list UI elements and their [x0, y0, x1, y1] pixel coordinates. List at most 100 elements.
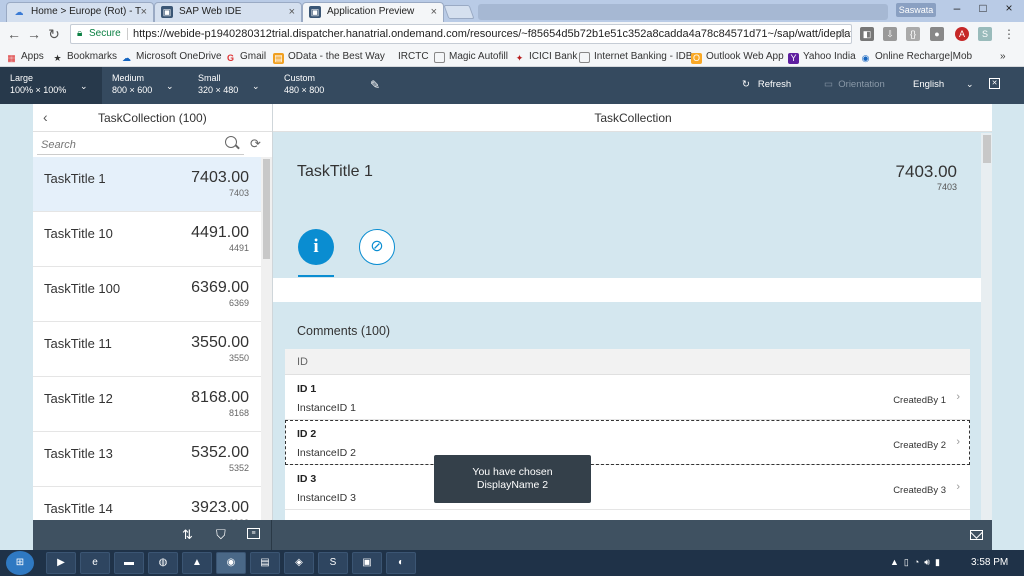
- bookmark-internet-banking[interactable]: Internet Banking - IDB: [579, 50, 692, 64]
- media-player-icon[interactable]: ▶: [46, 552, 76, 574]
- new-tab-button[interactable]: [443, 5, 475, 19]
- explorer-icon[interactable]: ▬: [114, 552, 144, 574]
- close-tab-icon[interactable]: ×: [141, 3, 147, 21]
- ie-icon[interactable]: e: [80, 552, 110, 574]
- master-pane: ‹ TaskCollection (100) ⟳ TaskTitle 1 740…: [33, 104, 272, 520]
- close-window-icon[interactable]: ×: [996, 0, 1022, 18]
- bookmark-magic-autofill[interactable]: Magic Autofill: [434, 50, 508, 64]
- adblock-icon[interactable]: A: [955, 27, 969, 41]
- list-item[interactable]: TaskTitle 1 7403.00 7403: [33, 157, 261, 212]
- extension-icon[interactable]: {}: [906, 27, 920, 41]
- address-bar[interactable]: 🔒︎ Secure https://webide-p1940280312tria…: [70, 24, 852, 44]
- folder-icon[interactable]: ▤: [250, 552, 280, 574]
- chrome-icon[interactable]: ◉: [216, 552, 246, 574]
- browser-tab-cockpit[interactable]: ☁ Home > Europe (Rot) - T ×: [6, 2, 154, 22]
- blurred-tabs: [478, 4, 888, 20]
- bookmarks-overflow-icon[interactable]: »: [1000, 50, 1006, 64]
- minimize-icon[interactable]: –: [944, 0, 970, 18]
- bookmark-odata[interactable]: ▤ OData - the Best Way: [273, 50, 385, 64]
- list-item[interactable]: TaskTitle 13 5352.00 5352: [33, 432, 261, 487]
- sort-icon[interactable]: ⇅: [182, 527, 193, 543]
- forward-icon[interactable]: →: [26, 26, 42, 42]
- language-select[interactable]: English: [913, 79, 944, 90]
- scrollbar-thumb[interactable]: [263, 159, 270, 259]
- extension-icon[interactable]: ●: [930, 27, 944, 41]
- table-row[interactable]: ID 2 InstanceID 2 CreatedBy 2 ›: [285, 420, 970, 465]
- profile-badge[interactable]: Saswata: [896, 3, 936, 17]
- browser-tab-preview[interactable]: ▣ Application Preview ×: [302, 2, 444, 22]
- chevron-down-icon: ⌄: [80, 81, 88, 91]
- search-icon[interactable]: [225, 136, 237, 148]
- scrollbar-thumb[interactable]: [983, 135, 991, 163]
- detail-scrollbar[interactable]: [981, 133, 992, 520]
- divider: [127, 28, 128, 40]
- list-item[interactable]: TaskTitle 100 6369.00 6369: [33, 267, 261, 322]
- back-button-icon[interactable]: ‹: [43, 109, 48, 125]
- orientation-button[interactable]: ▭ Orientation: [824, 79, 885, 90]
- skype-icon[interactable]: S: [318, 552, 348, 574]
- firefox-icon[interactable]: ◍: [148, 552, 178, 574]
- email-icon[interactable]: [970, 530, 983, 540]
- tab-attachment-icon[interactable]: ⊘: [359, 229, 395, 265]
- toast-line: You have chosen: [472, 466, 553, 478]
- bookmark-bookmarks[interactable]: ★ Bookmarks: [52, 50, 117, 64]
- device-small[interactable]: Small 320 × 480 ⌄: [188, 67, 274, 104]
- bookmark-apps[interactable]: ▦ Apps: [6, 50, 44, 64]
- bookmark-online-recharge[interactable]: ◉ Online Recharge|Mob: [860, 50, 973, 64]
- chevron-right-icon: ›: [956, 436, 960, 448]
- bookmark-gmail[interactable]: G Gmail: [225, 50, 266, 64]
- device-custom[interactable]: Custom 480 × 800: [274, 67, 360, 104]
- app-icon[interactable]: ◈: [284, 552, 314, 574]
- frame-toggle-icon[interactable]: ✕: [989, 78, 1000, 89]
- extension-icon[interactable]: ⇩: [883, 27, 897, 41]
- search-bar: ⟳: [33, 133, 272, 159]
- extension-icon[interactable]: ◧: [860, 27, 874, 41]
- bookmark-onedrive[interactable]: ☁ Microsoft OneDrive: [121, 50, 222, 64]
- close-tab-icon[interactable]: ×: [431, 3, 437, 21]
- chevron-down-icon[interactable]: ⌄: [966, 79, 974, 90]
- sap-icon: ▣: [161, 6, 173, 18]
- device-medium[interactable]: Medium 800 × 600 ⌄: [102, 67, 188, 104]
- search-input[interactable]: [37, 135, 244, 155]
- extension-icon[interactable]: S: [978, 27, 992, 41]
- bookmark-outlook[interactable]: O Outlook Web App: [691, 50, 784, 64]
- group-icon[interactable]: ≡: [247, 528, 260, 539]
- system-tray[interactable]: ▲ ▯ ◔ 🔊︎ ▮: [890, 557, 940, 568]
- object-title: TaskTitle 1: [297, 163, 373, 180]
- refresh-button[interactable]: ↻ Refresh: [742, 79, 791, 90]
- device-large[interactable]: Large 100% × 100% ⌄: [0, 67, 102, 104]
- chevron-down-icon: ⌄: [166, 81, 174, 91]
- reload-icon[interactable]: ↻: [46, 26, 62, 42]
- vlc-icon[interactable]: ▲: [182, 552, 212, 574]
- table-row[interactable]: ID 1 InstanceID 1 CreatedBy 1 ›: [285, 375, 970, 420]
- list-item[interactable]: TaskTitle 11 3550.00 3550: [33, 322, 261, 377]
- tab-title: Application Preview: [327, 6, 415, 17]
- master-scrollbar[interactable]: [261, 157, 272, 520]
- close-tab-icon[interactable]: ×: [289, 3, 295, 21]
- back-icon[interactable]: ←: [6, 26, 22, 42]
- list-item[interactable]: TaskTitle 12 8168.00 8168: [33, 377, 261, 432]
- bookmark-irctc[interactable]: IRCTC: [398, 50, 429, 64]
- app-icon[interactable]: ▣: [352, 552, 382, 574]
- message-toast: You have chosen DisplayName 2: [434, 455, 591, 503]
- lock-icon: 🔒︎: [77, 28, 83, 39]
- tab-info-icon[interactable]: i: [298, 229, 334, 265]
- start-button-icon[interactable]: ⊞: [6, 551, 34, 575]
- bookmark-yahoo[interactable]: Y Yahoo India: [788, 50, 856, 64]
- bookmark-star-icon[interactable]: ☆: [836, 25, 847, 43]
- table-row[interactable]: ID 3 InstanceID 3 CreatedBy 3 ›: [285, 465, 970, 510]
- object-number: 7403.00: [895, 162, 957, 181]
- object-number-unit: 7403: [936, 182, 957, 192]
- refresh-icon[interactable]: ⟳: [250, 136, 261, 152]
- browser-tab-webide[interactable]: ▣ SAP Web IDE ×: [154, 2, 302, 22]
- bookmark-icici[interactable]: ✦ ICICI Bank: [514, 50, 578, 64]
- list-item[interactable]: TaskTitle 10 4491.00 4491: [33, 212, 261, 267]
- app-icon[interactable]: ◐: [386, 552, 416, 574]
- list-item[interactable]: TaskTitle 14 3923.00 3923: [33, 487, 261, 520]
- clock[interactable]: 3:58 PM: [971, 557, 1008, 568]
- maximize-icon[interactable]: □: [970, 0, 996, 18]
- menu-icon[interactable]: ⋮: [1002, 27, 1016, 41]
- table-row[interactable]: ID 4: [285, 510, 970, 520]
- edit-pencil-icon[interactable]: ✎: [370, 78, 380, 92]
- filter-icon[interactable]: ⛉: [216, 527, 226, 543]
